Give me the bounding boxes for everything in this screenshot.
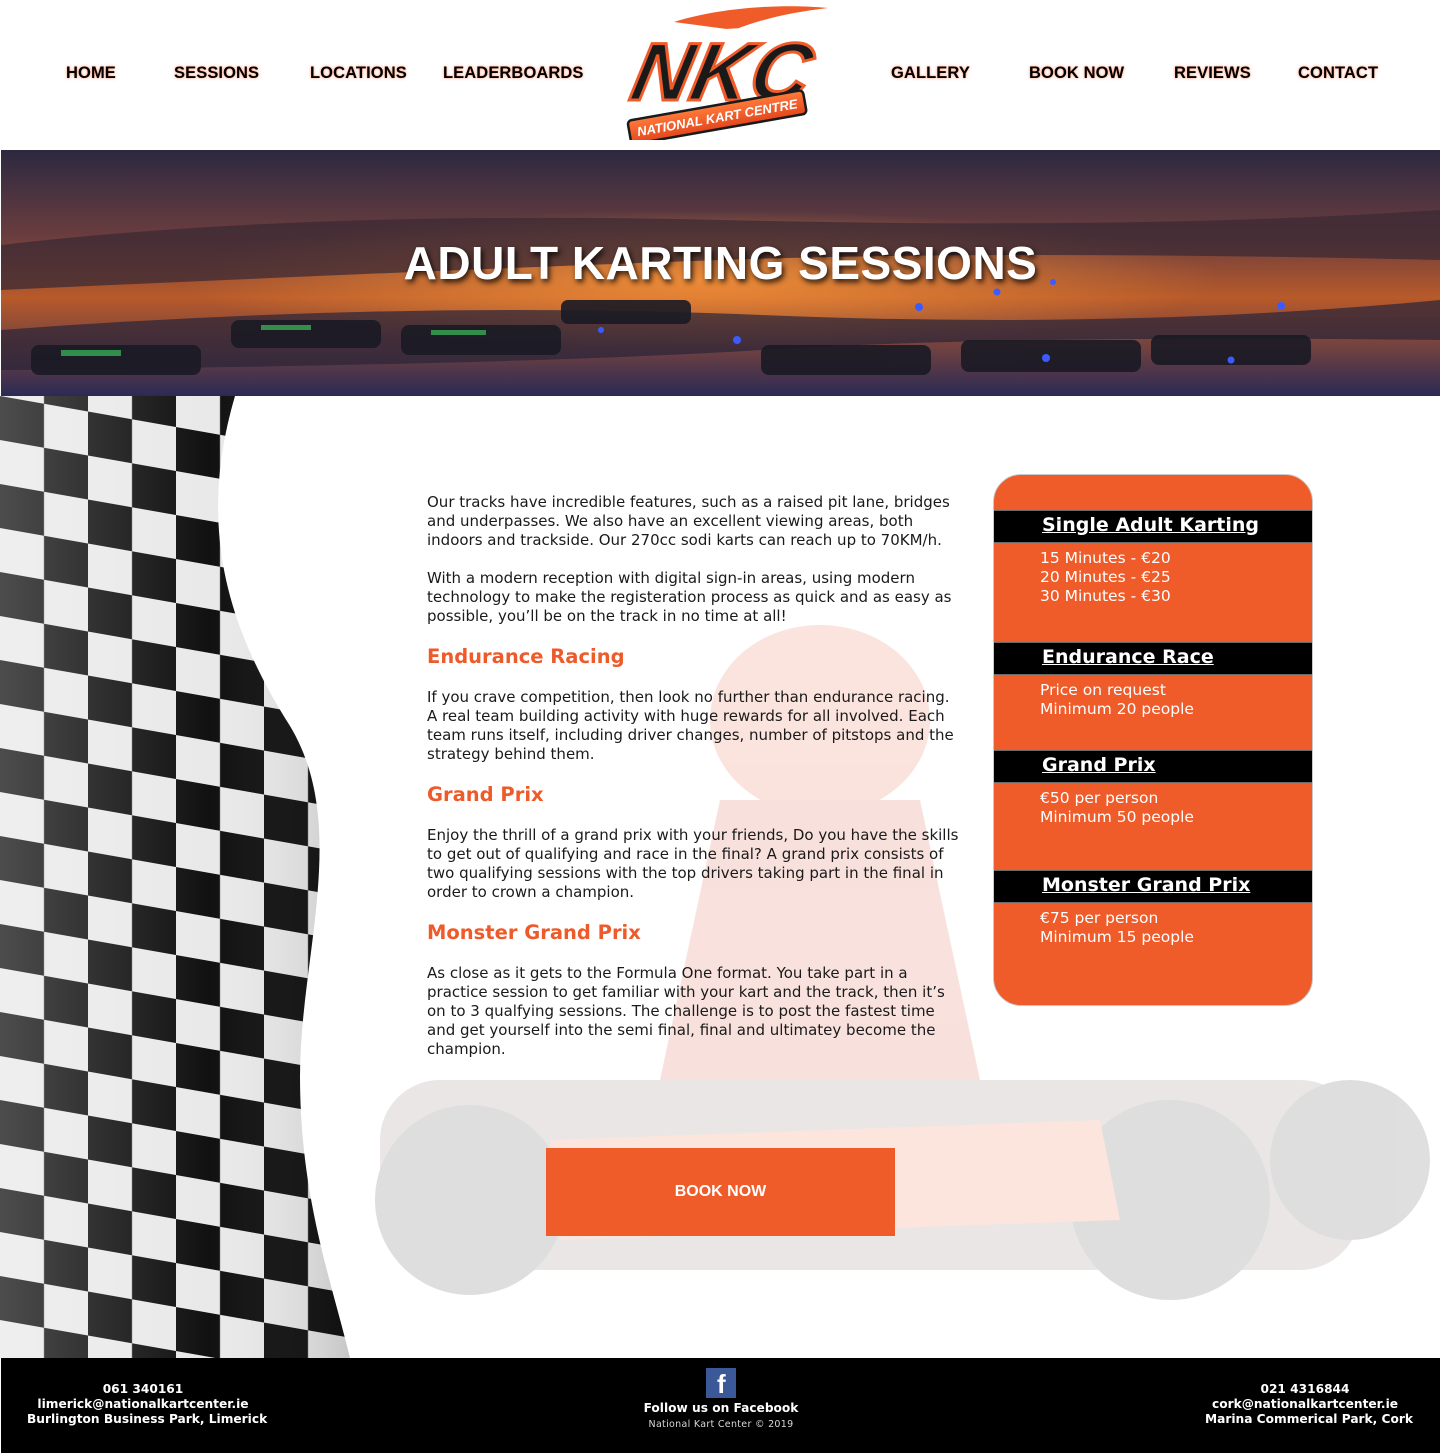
cork-email[interactable]: cork@nationalkartcenter.ie: [1205, 1397, 1405, 1412]
grand-prix-title[interactable]: Grand Prix: [1042, 754, 1156, 776]
price-line: Minimum 20 people: [1040, 700, 1194, 718]
price-line: Minimum 15 people: [1040, 928, 1194, 946]
cork-phone[interactable]: 021 4316844: [1205, 1382, 1405, 1397]
nav-sessions[interactable]: SESSIONS: [174, 64, 259, 88]
page-title: ADULT KARTING SESSIONS: [403, 237, 1038, 289]
endurance-race-title[interactable]: Endurance Race: [1042, 646, 1214, 668]
facebook-follow-link[interactable]: Follow us on Facebook: [601, 1401, 841, 1416]
nav-locations[interactable]: LOCATIONS: [310, 64, 407, 88]
limerick-address: Burlington Business Park, Limerick: [27, 1412, 268, 1426]
checkered-flag-image: [0, 396, 350, 1358]
grand-prix-header: Grand Prix: [994, 750, 1312, 783]
nav-gallery[interactable]: GALLERY: [891, 64, 970, 88]
copyright-text: National Kart Center © 2019: [648, 1419, 794, 1430]
grand-prix-heading: Grand Prix: [427, 783, 544, 806]
price-line: €75 per person: [1040, 909, 1159, 927]
nav-book-now[interactable]: BOOK NOW: [1029, 64, 1124, 88]
monster-heading: Monster Grand Prix: [427, 921, 641, 944]
price-line: 30 Minutes - €30: [1040, 587, 1171, 605]
endurance-heading: Endurance Racing: [427, 645, 625, 668]
pricing-card: Single Adult Karting 15 Minutes - €20 20…: [993, 474, 1313, 1006]
sessions-description: Our tracks have incredible features, suc…: [427, 493, 959, 1078]
nkc-logo[interactable]: NKC NATIONAL KART CENTRE: [614, 4, 832, 140]
grand-prix-paragraph: Enjoy the thrill of a grand prix with yo…: [427, 826, 959, 901]
hero-banner: ADULT KARTING SESSIONS: [1, 150, 1440, 396]
cork-address: Marina Commerical Park, Cork: [1205, 1412, 1413, 1426]
price-line: Price on request: [1040, 681, 1166, 699]
facebook-icon[interactable]: f: [706, 1368, 736, 1398]
price-line: 20 Minutes - €25: [1040, 568, 1171, 586]
endurance-race-header: Endurance Race: [994, 642, 1312, 675]
book-now-button[interactable]: BOOK NOW: [546, 1148, 895, 1236]
single-karting-header: Single Adult Karting: [994, 510, 1312, 543]
site-header: HOME SESSIONS LOCATIONS LEADERBOARDS NKC…: [0, 0, 1440, 150]
endurance-paragraph: If you crave competition, then look no f…: [427, 688, 954, 763]
nav-reviews[interactable]: REVIEWS: [1174, 64, 1251, 88]
monster-paragraph: As close as it gets to the Formula One f…: [427, 964, 945, 1058]
monster-grand-prix-header: Monster Grand Prix: [994, 870, 1312, 903]
price-line: 15 Minutes - €20: [1040, 549, 1171, 567]
price-line: Minimum 50 people: [1040, 808, 1194, 826]
monster-grand-prix-title[interactable]: Monster Grand Prix: [1042, 874, 1250, 896]
price-line: €50 per person: [1040, 789, 1159, 807]
site-footer: 061 340161 limerick@nationalkartcenter.i…: [1, 1358, 1440, 1453]
nav-home[interactable]: HOME: [66, 64, 116, 88]
intro-paragraph: Our tracks have incredible features, suc…: [427, 493, 950, 549]
reception-paragraph: With a modern reception with digital sig…: [427, 569, 952, 625]
nav-contact[interactable]: CONTACT: [1298, 64, 1378, 88]
limerick-email[interactable]: limerick@nationalkartcenter.ie: [27, 1397, 259, 1412]
limerick-contact: 061 340161 limerick@nationalkartcenter.i…: [27, 1382, 268, 1427]
limerick-phone[interactable]: 061 340161: [27, 1382, 259, 1397]
nav-leaderboards[interactable]: LEADERBOARDS: [443, 64, 584, 88]
single-karting-title[interactable]: Single Adult Karting: [1042, 514, 1259, 536]
cork-contact: 021 4316844 cork@nationalkartcenter.ie M…: [1205, 1382, 1413, 1427]
social-links: f Follow us on Facebook National Kart Ce…: [601, 1368, 841, 1432]
